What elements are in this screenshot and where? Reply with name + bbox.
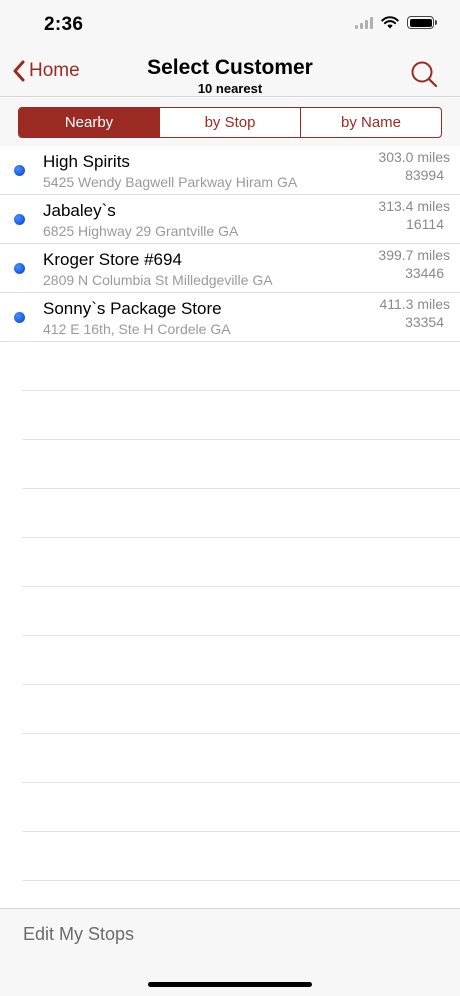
- customer-distance: 313.4 miles: [378, 198, 450, 214]
- customer-distance: 303.0 miles: [378, 149, 450, 165]
- segment-nearby[interactable]: Nearby: [19, 108, 159, 137]
- search-icon: [411, 61, 438, 88]
- empty-row-divider: [22, 636, 460, 685]
- customer-number: 83994: [405, 167, 444, 183]
- segment-by-name[interactable]: by Name: [300, 108, 441, 137]
- empty-row-divider: [22, 783, 460, 832]
- empty-row-divider: [22, 440, 460, 489]
- empty-list-area: [22, 342, 460, 881]
- empty-row-divider: [22, 587, 460, 636]
- location-dot-icon: [14, 312, 25, 323]
- location-dot-icon: [14, 214, 25, 225]
- status-icons: [355, 16, 437, 29]
- customer-row[interactable]: Kroger Store #694 2809 N Columbia St Mil…: [0, 244, 460, 293]
- edit-my-stops-button[interactable]: Edit My Stops: [23, 924, 134, 945]
- search-button[interactable]: [410, 60, 438, 93]
- segment-by-stop[interactable]: by Stop: [159, 108, 300, 137]
- empty-row-divider: [22, 342, 460, 391]
- empty-row-divider: [22, 734, 460, 783]
- customer-address: 5425 Wendy Bagwell Parkway Hiram GA: [43, 174, 298, 190]
- customer-name: Jabaley`s: [43, 201, 116, 220]
- customer-address: 2809 N Columbia St Milledgeville GA: [43, 272, 273, 288]
- empty-row-divider: [22, 685, 460, 734]
- home-indicator[interactable]: [148, 982, 312, 987]
- customer-row[interactable]: High Spirits 5425 Wendy Bagwell Parkway …: [0, 146, 460, 195]
- navigation-bar: Home Select Customer 10 nearest: [0, 50, 460, 97]
- sort-segmented-control: Nearby by Stop by Name: [18, 107, 442, 138]
- location-dot-icon: [14, 165, 25, 176]
- customer-name: Sonny`s Package Store: [43, 299, 222, 318]
- page-subtitle: 10 nearest: [197, 81, 263, 96]
- empty-row-divider: [22, 832, 460, 881]
- location-dot-icon: [14, 263, 25, 274]
- customer-row[interactable]: Jabaley`s 6825 Highway 29 Grantville GA …: [0, 195, 460, 244]
- bottom-toolbar: Edit My Stops: [0, 908, 460, 996]
- segment-bar: Nearby by Stop by Name: [0, 98, 460, 146]
- customer-name: Kroger Store #694: [43, 250, 182, 269]
- customer-row[interactable]: Sonny`s Package Store 412 E 16th, Ste H …: [0, 293, 460, 342]
- empty-row-divider: [22, 489, 460, 538]
- empty-row-divider: [22, 538, 460, 587]
- customer-number: 33354: [405, 314, 444, 330]
- customer-address: 412 E 16th, Ste H Cordele GA: [43, 321, 231, 337]
- customer-name: High Spirits: [43, 152, 130, 171]
- status-bar: 2:36: [0, 0, 460, 50]
- empty-row-divider: [22, 391, 460, 440]
- customer-distance: 399.7 miles: [378, 247, 450, 263]
- signal-icon: [355, 16, 373, 29]
- customer-distance: 411.3 miles: [379, 296, 450, 312]
- status-time: 2:36: [44, 14, 84, 35]
- customer-number: 16114: [406, 216, 444, 232]
- customer-list: High Spirits 5425 Wendy Bagwell Parkway …: [0, 146, 460, 342]
- wifi-icon: [381, 16, 399, 29]
- customer-number: 33446: [405, 265, 444, 281]
- customer-address: 6825 Highway 29 Grantville GA: [43, 223, 239, 239]
- battery-icon: [407, 16, 437, 29]
- page-title: Select Customer: [147, 56, 313, 79]
